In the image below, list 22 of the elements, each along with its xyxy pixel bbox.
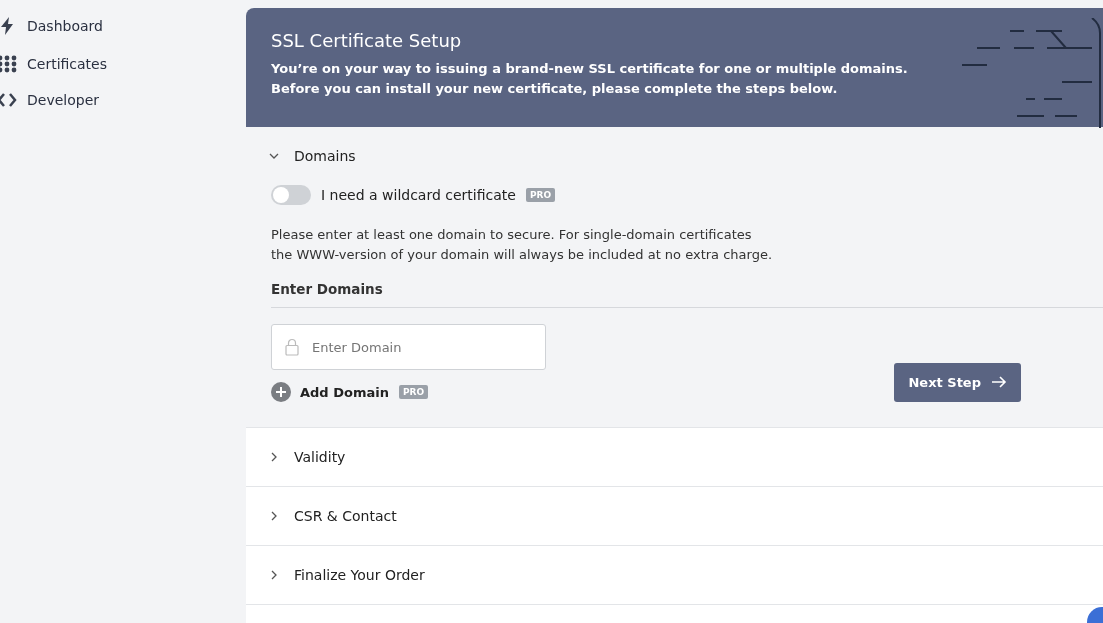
grid-icon: [0, 55, 17, 73]
wildcard-label: I need a wildcard certificate: [321, 187, 516, 203]
enter-domains-heading: Enter Domains: [271, 281, 1103, 308]
add-domain-button[interactable]: Add Domain: [271, 382, 389, 402]
header-subtitle: You’re on your way to issuing a brand-new SSL certificate for one or multiple domains. Before you can install your new certificate, please complete the steps below.: [271, 60, 909, 98]
page-title: SSL Certificate Setup: [271, 30, 463, 51]
sidebar-item[interactable]: Dashboard: [0, 16, 246, 36]
domain-input-field[interactable]: Enter Domain: [271, 324, 546, 370]
code-icon: [0, 92, 17, 108]
arrow-right-icon: [991, 376, 1007, 388]
pro-badge: PRO: [398, 385, 429, 399]
next-step-button[interactable]: Next Step: [894, 362, 1021, 402]
pro-badge: PRO: [525, 188, 556, 202]
sidebar-item[interactable]: Developer: [0, 92, 246, 108]
section-header[interactable]: Validity: [246, 428, 1103, 486]
plus-circle-icon: [271, 382, 291, 402]
section-header[interactable]: Finalize Your Order: [246, 546, 1103, 604]
wildcard-toggle[interactable]: [271, 185, 311, 205]
domain-info-text: Please enter at least one domain to secure. For single-domain certificates the WWW-version of your domain will always be included at no extra charge.: [271, 226, 774, 264]
section-header[interactable]: Domains: [246, 127, 1103, 185]
sidebar-item[interactable]: Certificates: [0, 55, 246, 73]
section-header[interactable]: CSR & Contact: [246, 487, 1103, 545]
